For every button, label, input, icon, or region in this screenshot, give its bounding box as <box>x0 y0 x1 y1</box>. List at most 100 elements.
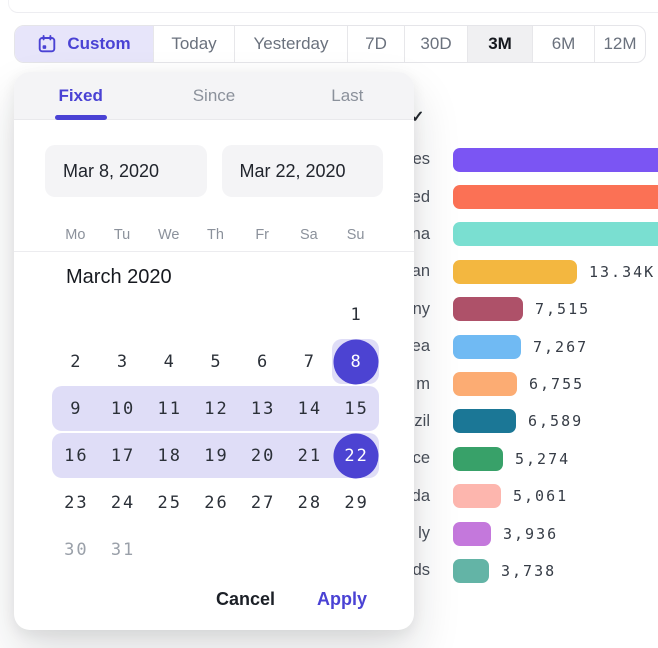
day-number: 24 <box>109 493 135 513</box>
day-1[interactable]: 1 <box>332 291 379 338</box>
country-value: 6,755 <box>529 375 584 393</box>
weekday-tu: Tu <box>99 223 146 251</box>
day-4[interactable]: 4 <box>145 338 192 385</box>
start-date-input[interactable]: Mar 8, 2020 <box>45 145 207 197</box>
preset-yesterday[interactable]: Yesterday <box>234 26 347 62</box>
country-bar[interactable] <box>453 222 658 246</box>
cancel-button[interactable]: Cancel <box>216 589 275 610</box>
country-value: 13.34K <box>589 263 655 281</box>
day-10[interactable]: 10 <box>99 385 146 432</box>
end-date-input[interactable]: Mar 22, 2020 <box>222 145 384 197</box>
country-bar[interactable] <box>453 185 658 209</box>
day-30: 30 <box>52 526 99 573</box>
country-value: 3,738 <box>501 562 556 580</box>
day-2[interactable]: 2 <box>52 338 99 385</box>
preset-7d[interactable]: 7D <box>347 26 404 62</box>
country-bar[interactable] <box>453 409 516 433</box>
country-bar[interactable] <box>453 297 523 321</box>
apply-button[interactable]: Apply <box>317 589 367 610</box>
day-number: 27 <box>249 493 275 513</box>
day-number: 15 <box>342 399 368 419</box>
day-empty <box>332 526 379 573</box>
day-7[interactable]: 7 <box>286 338 333 385</box>
day-20[interactable]: 20 <box>239 432 286 479</box>
day-number: 17 <box>109 446 135 466</box>
day-6[interactable]: 6 <box>239 338 286 385</box>
preset-6m[interactable]: 6M <box>532 26 594 62</box>
country-bar[interactable] <box>453 447 503 471</box>
calendar: 1234567891011121314151617181920212223242… <box>52 291 379 573</box>
day-empty <box>145 291 192 338</box>
country-value: 3,936 <box>503 525 558 543</box>
day-26[interactable]: 26 <box>192 479 239 526</box>
day-number: 3 <box>115 352 129 372</box>
day-number: 9 <box>68 399 82 419</box>
day-13[interactable]: 13 <box>239 385 286 432</box>
weekday-su: Su <box>332 223 379 251</box>
weekday-we: We <box>145 223 192 251</box>
country-value: 7,515 <box>535 300 590 318</box>
day-number: 4 <box>162 352 176 372</box>
country-bar[interactable] <box>453 522 491 546</box>
country-bar[interactable] <box>453 372 517 396</box>
day-number: 7 <box>302 352 316 372</box>
country-value: 5,274 <box>515 450 570 468</box>
day-number: 6 <box>255 352 269 372</box>
tab-label: Fixed <box>58 86 102 106</box>
day-24[interactable]: 24 <box>99 479 146 526</box>
day-3[interactable]: 3 <box>99 338 146 385</box>
preset-30d[interactable]: 30D <box>404 26 467 62</box>
country-bar[interactable] <box>453 148 658 172</box>
day-12[interactable]: 12 <box>192 385 239 432</box>
popup-actions: Cancel Apply <box>216 589 414 610</box>
calendar-grid: 1234567891011121314151617181920212223242… <box>52 291 379 573</box>
day-9[interactable]: 9 <box>52 385 99 432</box>
day-empty <box>286 526 333 573</box>
day-25[interactable]: 25 <box>145 479 192 526</box>
day-15[interactable]: 15 <box>332 385 379 432</box>
date-inputs-row: Mar 8, 2020 Mar 22, 2020 <box>14 145 414 197</box>
day-23[interactable]: 23 <box>52 479 99 526</box>
tab-fixed[interactable]: Fixed <box>14 72 147 119</box>
tab-last[interactable]: Last <box>281 72 414 119</box>
day-14[interactable]: 14 <box>286 385 333 432</box>
day-number: 30 <box>62 540 88 560</box>
day-empty <box>192 526 239 573</box>
preset-12m[interactable]: 12M <box>594 26 645 62</box>
day-22[interactable]: 22 <box>332 432 379 479</box>
custom-range-button[interactable]: Custom <box>15 26 153 62</box>
country-value: 5,061 <box>513 487 568 505</box>
tab-since[interactable]: Since <box>147 72 280 119</box>
day-number: 21 <box>296 446 322 466</box>
preset-3m[interactable]: 3M <box>467 26 532 62</box>
day-27[interactable]: 27 <box>239 479 286 526</box>
tab-label: Since <box>193 86 236 106</box>
day-21[interactable]: 21 <box>286 432 333 479</box>
country-bar[interactable] <box>453 484 501 508</box>
weekday-th: Th <box>192 223 239 251</box>
weekday-mo: Mo <box>52 223 99 251</box>
weekday-sa: Sa <box>286 223 333 251</box>
day-number: 12 <box>202 399 228 419</box>
preset-today[interactable]: Today <box>153 26 234 62</box>
day-17[interactable]: 17 <box>99 432 146 479</box>
day-8[interactable]: 8 <box>332 338 379 385</box>
day-11[interactable]: 11 <box>145 385 192 432</box>
country-value: 7,267 <box>533 338 588 356</box>
day-number: 25 <box>156 493 182 513</box>
day-16[interactable]: 16 <box>52 432 99 479</box>
popup-tabs: Fixed Since Last <box>14 72 414 120</box>
day-19[interactable]: 19 <box>192 432 239 479</box>
country-bar[interactable] <box>453 559 489 583</box>
day-number: 29 <box>342 493 368 513</box>
day-18[interactable]: 18 <box>145 432 192 479</box>
day-number: 23 <box>62 493 88 513</box>
month-title: March 2020 <box>66 266 172 289</box>
day-number: 28 <box>296 493 322 513</box>
day-28[interactable]: 28 <box>286 479 333 526</box>
day-29[interactable]: 29 <box>332 479 379 526</box>
country-bar[interactable] <box>453 335 521 359</box>
country-bar[interactable] <box>453 260 577 284</box>
day-5[interactable]: 5 <box>192 338 239 385</box>
day-number: 16 <box>62 446 88 466</box>
